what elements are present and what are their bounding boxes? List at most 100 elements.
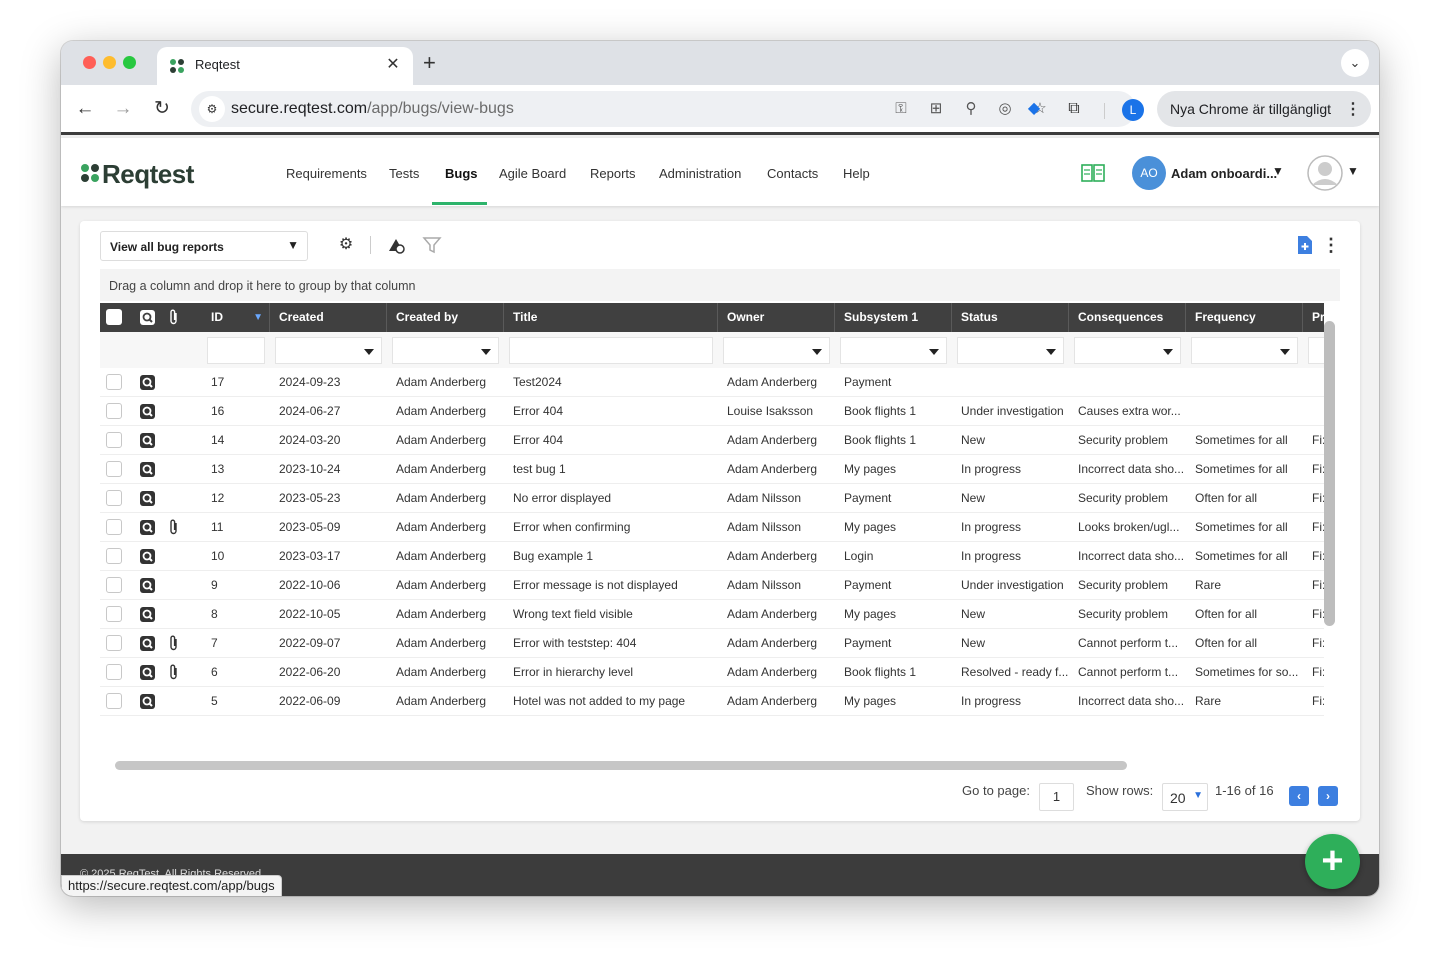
- cell-created-by[interactable]: Adam Anderberg: [387, 687, 504, 716]
- settings-gear-icon[interactable]: ⚙: [336, 235, 356, 255]
- cell-pr[interactable]: Fi:: [1303, 484, 1324, 513]
- nav-reports[interactable]: Reports: [590, 166, 636, 181]
- back-arrow-icon[interactable]: ←: [72, 96, 98, 122]
- user-name[interactable]: Adam onboardi...: [1171, 166, 1277, 181]
- add-bug-button[interactable]: +: [1305, 834, 1360, 889]
- cell-status[interactable]: In progress: [952, 542, 1069, 571]
- table-row[interactable]: 12 2023-05-23 Adam Anderberg No error displ…: [100, 484, 1324, 513]
- cell-created-by[interactable]: Adam Anderberg: [387, 571, 504, 600]
- cell-title[interactable]: Error message is not displayed: [504, 571, 718, 600]
- cell-owner[interactable]: Adam Nilsson: [718, 513, 835, 542]
- cell-frequency[interactable]: Often for all: [1186, 484, 1303, 513]
- cell-status[interactable]: New: [952, 600, 1069, 629]
- column-header-subsystem[interactable]: Subsystem 1: [835, 303, 952, 332]
- cell-id[interactable]: 8: [202, 600, 270, 629]
- cell-frequency[interactable]: Sometimes for all: [1186, 513, 1303, 542]
- filter-created-by-select[interactable]: [392, 337, 499, 364]
- cell-owner[interactable]: Adam Anderberg: [718, 455, 835, 484]
- cell-created[interactable]: 2022-09-07: [270, 629, 387, 658]
- column-header-status[interactable]: Status: [952, 303, 1069, 332]
- cell-owner[interactable]: Adam Anderberg: [718, 687, 835, 716]
- filter-status-select[interactable]: [957, 337, 1064, 364]
- cell-frequency[interactable]: Sometimes for all: [1186, 455, 1303, 484]
- cell-id[interactable]: 12: [202, 484, 270, 513]
- extensions-puzzle-icon[interactable]: ⧉: [1063, 98, 1085, 120]
- key-icon[interactable]: ⚿: [891, 99, 911, 119]
- view-bug-icon[interactable]: [139, 577, 156, 594]
- cell-status[interactable]: New: [952, 426, 1069, 455]
- clear-filter-icon[interactable]: [422, 235, 442, 255]
- profile-avatar[interactable]: L: [1122, 99, 1144, 121]
- maximize-window-button[interactable]: [123, 56, 136, 69]
- column-header-title[interactable]: Title: [504, 303, 718, 332]
- cell-status[interactable]: Under investigation: [952, 397, 1069, 426]
- close-window-button[interactable]: [83, 56, 96, 69]
- filter-owner-select[interactable]: [723, 337, 830, 364]
- cell-subsystem[interactable]: My pages: [835, 600, 952, 629]
- cell-consequences[interactable]: Causes extra wor...: [1069, 397, 1186, 426]
- cell-pr[interactable]: Fi:: [1303, 629, 1324, 658]
- nav-help[interactable]: Help: [843, 166, 870, 181]
- filter-subsystem-select[interactable]: [840, 337, 947, 364]
- cell-status[interactable]: New: [952, 629, 1069, 658]
- cell-consequences[interactable]: [1069, 368, 1186, 397]
- cell-owner[interactable]: Adam Anderberg: [718, 542, 835, 571]
- cell-pr[interactable]: [1303, 397, 1324, 426]
- row-checkbox[interactable]: [106, 548, 122, 564]
- row-checkbox[interactable]: [106, 693, 122, 709]
- group-by-dropzone[interactable]: Drag a column and drop it here to group …: [100, 269, 1340, 301]
- nav-contacts[interactable]: Contacts: [767, 166, 818, 181]
- column-header-id[interactable]: ID ▼: [202, 303, 270, 332]
- cell-title[interactable]: Error 404: [504, 397, 718, 426]
- cell-created-by[interactable]: Adam Anderberg: [387, 600, 504, 629]
- cell-title[interactable]: Hotel was not added to my page: [504, 687, 718, 716]
- cell-created[interactable]: 2023-03-17: [270, 542, 387, 571]
- row-checkbox[interactable]: [106, 432, 122, 448]
- view-bug-icon[interactable]: [139, 461, 156, 478]
- cell-created[interactable]: 2024-09-23: [270, 368, 387, 397]
- table-row[interactable]: 5 2022-06-09 Adam Anderberg Hotel was not a…: [100, 687, 1324, 716]
- table-row[interactable]: 16 2024-06-27 Adam Anderberg Error 404 Louis…: [100, 397, 1324, 426]
- cell-subsystem[interactable]: My pages: [835, 513, 952, 542]
- cell-created-by[interactable]: Adam Anderberg: [387, 455, 504, 484]
- table-row[interactable]: 13 2023-10-24 Adam Anderberg test bug 1 Adam…: [100, 455, 1324, 484]
- cell-subsystem[interactable]: My pages: [835, 455, 952, 484]
- row-checkbox[interactable]: [106, 403, 122, 419]
- cell-frequency[interactable]: [1186, 368, 1303, 397]
- nav-bugs[interactable]: Bugs: [445, 166, 478, 181]
- cell-subsystem[interactable]: Payment: [835, 629, 952, 658]
- cell-created-by[interactable]: Adam Anderberg: [387, 484, 504, 513]
- previous-page-button[interactable]: ‹: [1289, 786, 1309, 806]
- cell-id[interactable]: 9: [202, 571, 270, 600]
- row-checkbox[interactable]: [106, 664, 122, 680]
- cell-frequency[interactable]: Sometimes for so...: [1186, 658, 1303, 687]
- cell-consequences[interactable]: Cannot perform t...: [1069, 629, 1186, 658]
- cell-subsystem[interactable]: Book flights 1: [835, 397, 952, 426]
- attachment-icon[interactable]: [168, 635, 180, 652]
- rows-per-page-select[interactable]: 20 ▼: [1162, 783, 1208, 811]
- view-bug-icon[interactable]: [139, 664, 156, 681]
- new-tab-button[interactable]: +: [423, 50, 436, 76]
- chrome-update-button[interactable]: Nya Chrome är tillgängligt ⋮: [1157, 91, 1371, 127]
- view-bug-icon[interactable]: [139, 693, 156, 710]
- cell-created[interactable]: 2022-06-09: [270, 687, 387, 716]
- view-selector[interactable]: View all bug reports ▼: [100, 231, 308, 261]
- cell-pr[interactable]: Fi:: [1303, 542, 1324, 571]
- cell-owner[interactable]: Adam Anderberg: [718, 426, 835, 455]
- cell-title[interactable]: Error when confirming: [504, 513, 718, 542]
- row-checkbox[interactable]: [106, 490, 122, 506]
- cell-status[interactable]: Under investigation: [952, 571, 1069, 600]
- cell-title[interactable]: Bug example 1: [504, 542, 718, 571]
- cell-created-by[interactable]: Adam Anderberg: [387, 658, 504, 687]
- cell-created[interactable]: 2022-10-05: [270, 600, 387, 629]
- filter-id-input[interactable]: [207, 337, 265, 364]
- extension-tag-icon[interactable]: ◆: [1023, 98, 1045, 120]
- cell-id[interactable]: 6: [202, 658, 270, 687]
- cell-title[interactable]: Error with teststep: 404: [504, 629, 718, 658]
- translate-icon[interactable]: ⊞: [926, 99, 946, 119]
- cell-created[interactable]: 2024-03-20: [270, 426, 387, 455]
- cell-subsystem[interactable]: Book flights 1: [835, 658, 952, 687]
- cell-subsystem[interactable]: Payment: [835, 368, 952, 397]
- cell-frequency[interactable]: Sometimes for all: [1186, 542, 1303, 571]
- user-avatar[interactable]: AO: [1132, 156, 1166, 190]
